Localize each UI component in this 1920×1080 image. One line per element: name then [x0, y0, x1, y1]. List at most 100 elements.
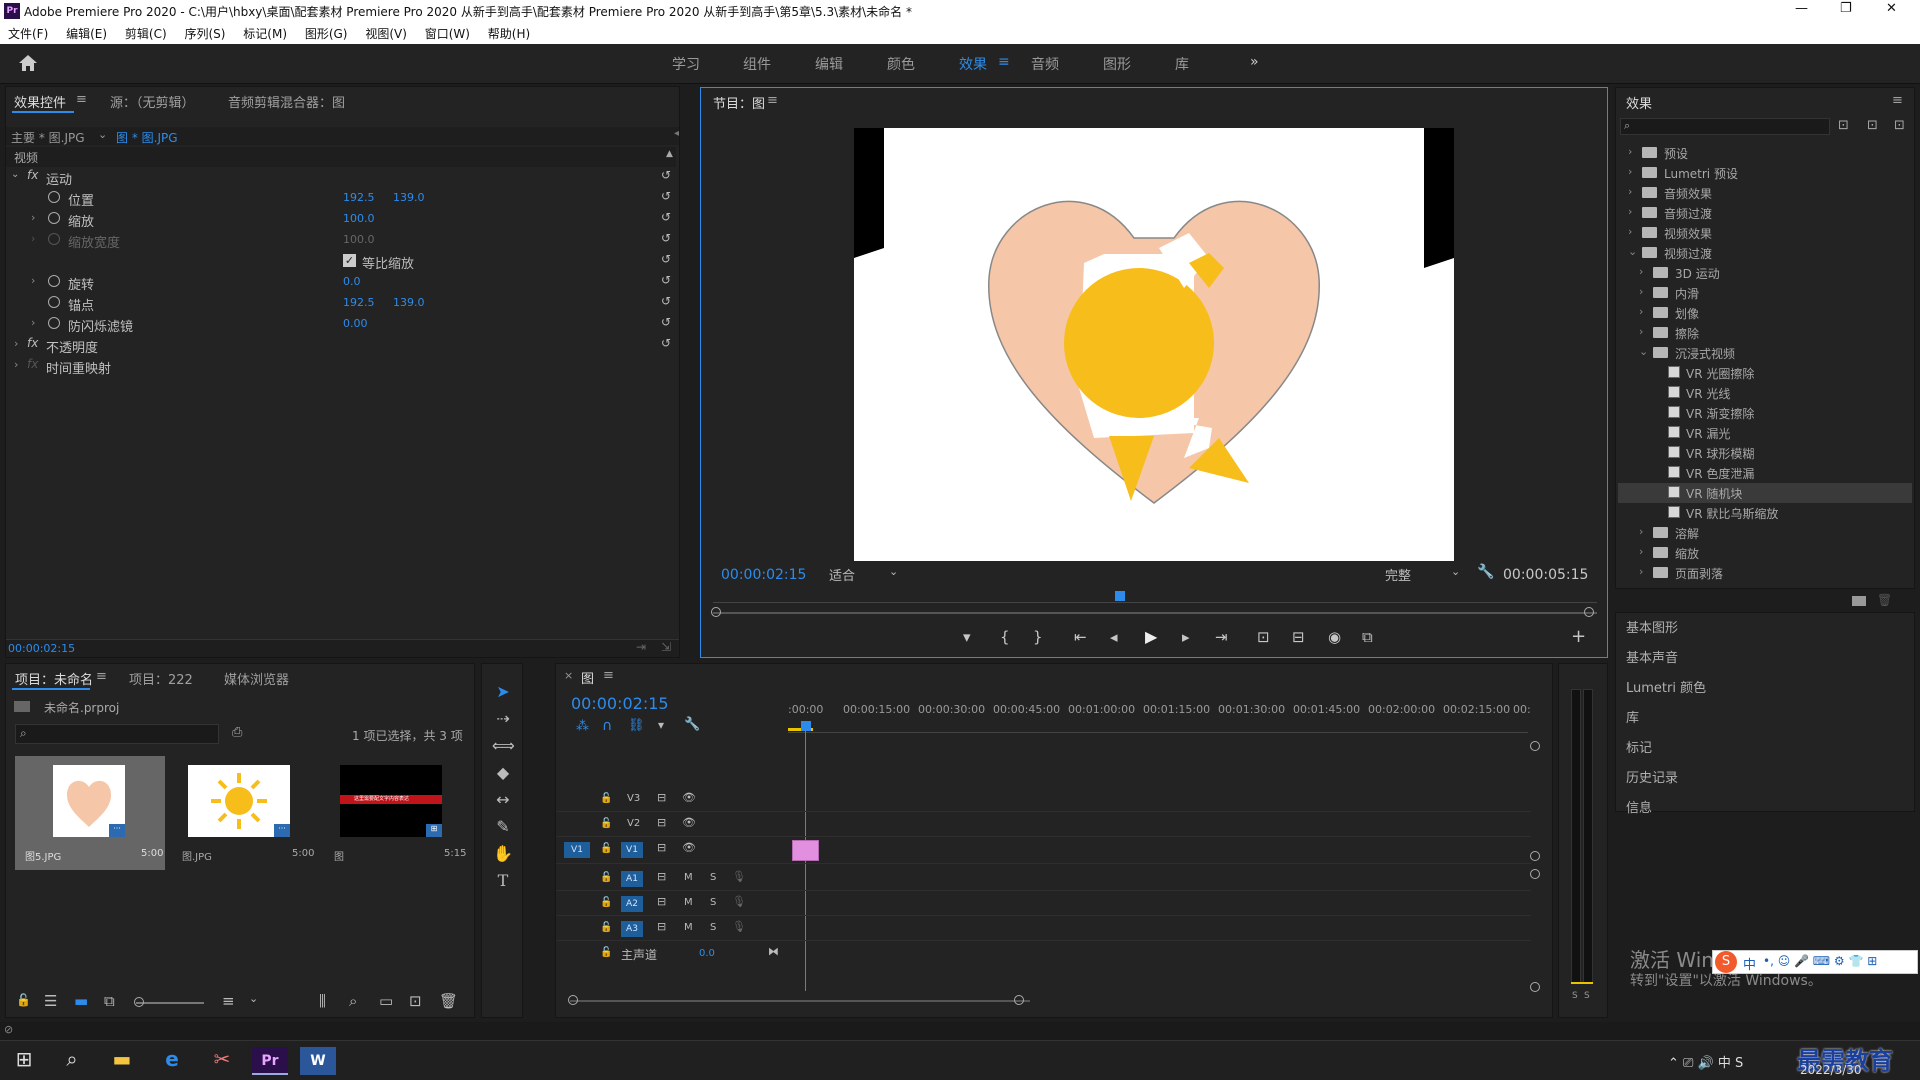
step-forward-button[interactable]: ▸ [1182, 628, 1190, 646]
chevron-right-icon[interactable]: › [1628, 145, 1632, 158]
project-item[interactable]: ··· 图.JPG 5:00 [170, 756, 320, 870]
find-icon[interactable]: ⌕ [349, 992, 357, 1010]
program-time-ruler[interactable] [713, 593, 1597, 603]
lock-icon[interactable]: 🔓 [16, 993, 31, 1007]
export-frame-icon[interactable]: ⇥ [636, 640, 646, 654]
panel-markers[interactable]: 标记 [1626, 737, 1652, 756]
effects-tree-item[interactable]: › 音频效果 [1618, 183, 1912, 203]
stopwatch-icon[interactable] [48, 296, 60, 308]
mark-out-button[interactable]: } [1033, 628, 1043, 646]
anchor-y-value[interactable]: 139.0 [393, 296, 425, 309]
panel-essential-graphics[interactable]: 基本图形 [1626, 617, 1678, 636]
lock-icon[interactable]: 🔓 [600, 843, 612, 854]
premiere-taskbar-icon[interactable]: Pr [252, 1047, 288, 1075]
menu-file[interactable]: 文件(F) [8, 27, 48, 41]
mute-button[interactable]: M [684, 872, 693, 883]
reset-icon[interactable]: ↺ [661, 336, 671, 350]
reset-icon[interactable]: ↺ [661, 189, 671, 203]
workspace-assembly[interactable]: 组件 [743, 54, 771, 74]
extract-button[interactable]: ⊟ [1292, 628, 1305, 646]
mic-icon[interactable]: 🎙 [732, 895, 746, 908]
mic-icon[interactable]: 🎙 [732, 920, 746, 933]
pen-tool-icon[interactable]: ✎ [492, 817, 514, 839]
zoom-slider-handle[interactable] [134, 997, 144, 1007]
chevron-right-icon[interactable]: › [1639, 325, 1643, 338]
panel-history[interactable]: 历史记录 [1626, 767, 1678, 786]
chevron-right-icon[interactable]: › [31, 274, 35, 287]
minimize-button[interactable]: — [1795, 1, 1808, 16]
effects-tree-item[interactable]: › 预设 [1618, 143, 1912, 163]
tab-project-222[interactable]: 项目：222 [129, 669, 193, 688]
chevron-right-icon[interactable]: › [1639, 285, 1643, 298]
workspace-color[interactable]: 颜色 [887, 54, 915, 74]
chevron-right-icon[interactable]: › [1628, 165, 1632, 178]
chevron-down-icon[interactable]: ⌄ [249, 992, 258, 1005]
reset-icon[interactable]: ↺ [661, 168, 671, 182]
eye-icon[interactable]: 👁 [682, 816, 696, 829]
uniform-scale-checkbox[interactable]: ✓ [343, 254, 356, 267]
solo-right-button[interactable]: S [1584, 991, 1590, 1001]
v-scroll-mid[interactable] [1530, 851, 1540, 861]
tab-project-untitled[interactable]: 项目：未命名 [15, 669, 93, 688]
antiflicker-value[interactable]: 0.00 [343, 317, 368, 330]
chevron-right-icon[interactable]: › [1628, 225, 1632, 238]
eye-icon[interactable]: 👁 [682, 841, 696, 854]
snap-icon[interactable]: ∩ [602, 718, 612, 734]
position-y-value[interactable]: 139.0 [393, 191, 425, 204]
mute-button[interactable]: M [684, 922, 693, 933]
sync-lock-icon[interactable]: ⊟ [657, 870, 666, 883]
hand-tool-icon[interactable]: ✋ [492, 844, 514, 866]
chevron-down-icon[interactable]: ⌄ [1639, 345, 1648, 358]
tab-audio-mixer[interactable]: 音频剪辑混合器：图 [228, 92, 345, 111]
reset-icon[interactable]: ↺ [661, 252, 671, 266]
menu-window[interactable]: 窗口(W) [425, 27, 470, 41]
position-x-value[interactable]: 192.5 [343, 191, 375, 204]
effects-tree-item[interactable]: › 音频过渡 [1618, 203, 1912, 223]
project-search-input[interactable]: ⌕ [15, 724, 219, 744]
slip-tool-icon[interactable]: ↔ [492, 790, 514, 812]
playhead[interactable] [801, 721, 811, 731]
workspace-libraries[interactable]: 库 [1175, 54, 1189, 74]
yuv-effects-icon[interactable]: ⊡ [1894, 118, 1905, 133]
chevron-right-icon[interactable]: › [1639, 525, 1643, 538]
filter-icon[interactable]: ⇲ [661, 640, 671, 654]
chevron-right-icon[interactable]: › [1639, 545, 1643, 558]
master-end-icon[interactable]: ⧓ [768, 945, 779, 958]
step-back-button[interactable]: ◂ [1110, 628, 1118, 646]
collapse-arrow-icon[interactable]: ◂ [674, 128, 679, 139]
add-marker-button[interactable]: ▾ [963, 628, 971, 646]
ime-tools-icon[interactable]: •, ☺ 🎤 ⌨ ⚙ 👕 ⊞ [1763, 954, 1877, 968]
lock-icon[interactable]: 🔓 [600, 947, 612, 958]
scroll-handle-left[interactable] [568, 995, 578, 1005]
workspace-graphics[interactable]: 图形 [1103, 54, 1131, 74]
rotation-value[interactable]: 0.0 [343, 275, 361, 288]
master-volume[interactable]: 0.0 [699, 948, 715, 959]
effects-tree-item[interactable]: › 划像 [1618, 303, 1912, 323]
fx-badge-icon[interactable]: fx [27, 336, 38, 350]
sync-lock-icon[interactable]: ⊟ [657, 791, 666, 804]
comparison-view-button[interactable]: ⧉ [1362, 628, 1373, 646]
chevron-right-icon[interactable]: › [1639, 265, 1643, 278]
time-ruler[interactable]: :00:00 00:00:15:00 00:00:30:00 00:00:45:… [788, 701, 1531, 733]
32bit-effects-icon[interactable]: ⊡ [1867, 118, 1878, 133]
chevron-right-icon[interactable]: › [1628, 185, 1632, 198]
chevron-right-icon[interactable]: › [31, 211, 35, 224]
chevron-right-icon[interactable]: › [1639, 565, 1643, 578]
wrench-icon[interactable]: 🔧 [1477, 564, 1494, 580]
reset-icon[interactable]: ↺ [661, 231, 671, 245]
effects-tree-item[interactable]: VR 色度泄漏 [1618, 463, 1912, 483]
type-tool-icon[interactable]: T [492, 871, 514, 893]
new-item-icon[interactable]: ⊡ [409, 992, 422, 1010]
zoom-slider[interactable] [136, 1002, 204, 1004]
workspace-learn[interactable]: 学习 [672, 54, 700, 74]
workspace-effects[interactable]: 效果 [959, 54, 987, 74]
tab-media-browser[interactable]: 媒体浏览器 [224, 669, 289, 688]
effect-motion[interactable]: ⌄ fx 运动 ↺ [6, 167, 676, 188]
menu-help[interactable]: 帮助(H) [488, 27, 530, 41]
lock-icon[interactable]: 🔓 [600, 922, 612, 933]
tab-menu-icon[interactable]: ≡ [603, 668, 614, 683]
menu-sequence[interactable]: 序列(S) [184, 27, 225, 41]
panel-libraries[interactable]: 库 [1626, 707, 1639, 726]
maximize-button[interactable]: ❐ [1840, 1, 1852, 16]
effects-tree-item[interactable]: › 擦除 [1618, 323, 1912, 343]
